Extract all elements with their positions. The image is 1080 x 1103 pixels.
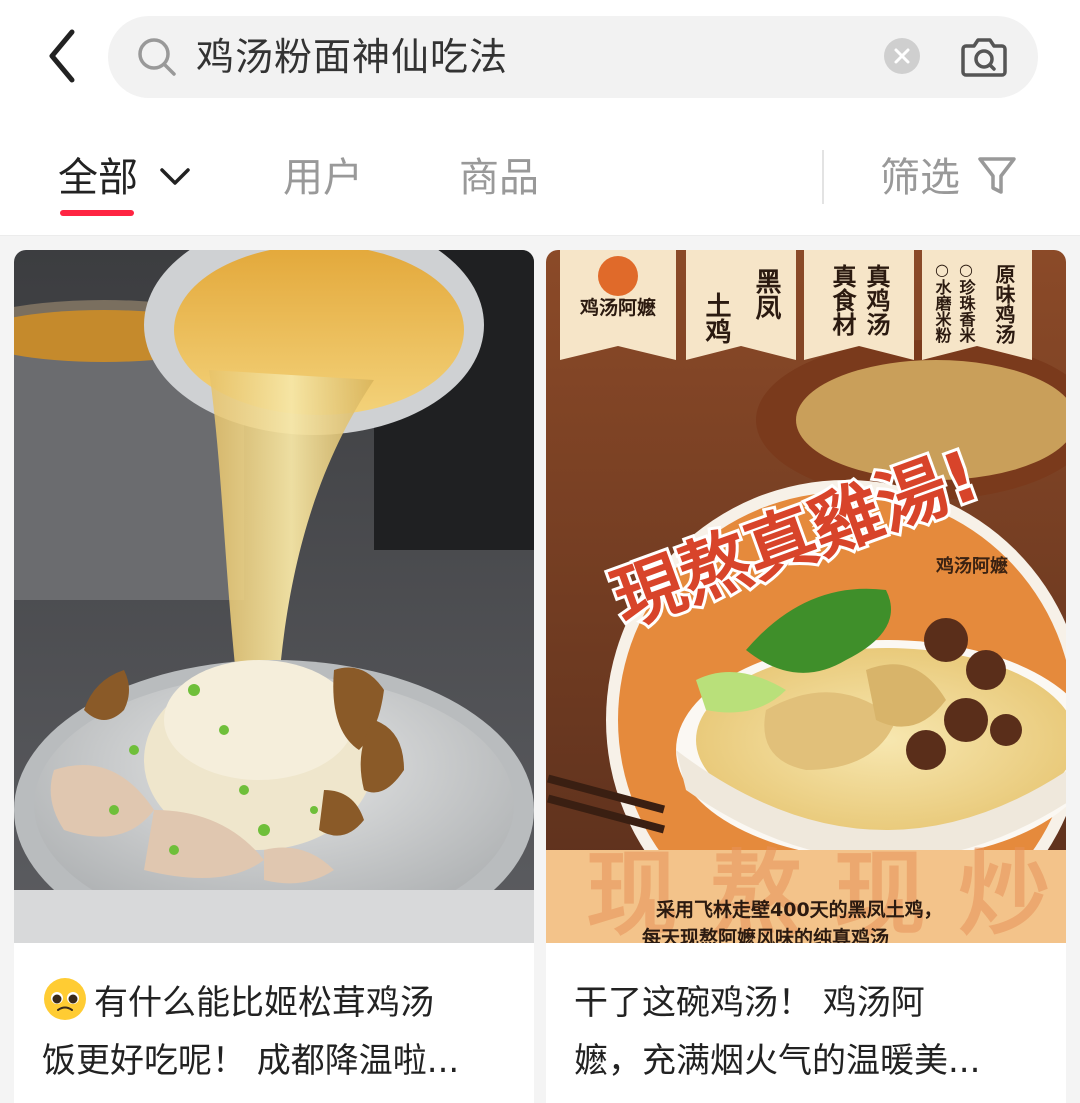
- note-title-line2: 饭更好吃呢！ 成都降温啦...: [42, 1041, 460, 1081]
- note-title[interactable]: 有什么能比姬松茸鸡汤 饭更好吃呢！ 成都降温啦...: [42, 974, 512, 1090]
- poster-banner: ○珍珠香米: [957, 260, 977, 344]
- poster-caption-line2: 每天现熬阿嬷风味的纯真鸡汤: [642, 926, 889, 943]
- filter-button[interactable]: 筛选: [880, 150, 960, 206]
- note-title-line2: 嬷，充满烟火气的温暖美...: [574, 1041, 981, 1081]
- note-title-line1: 干了这碗鸡汤！ 鸡汤阿: [574, 983, 925, 1023]
- tab-products[interactable]: 商品: [459, 150, 539, 206]
- search-input[interactable]: 鸡汤粉面神仙吃法: [196, 16, 508, 98]
- poster-banner: ○水磨米粉: [933, 260, 952, 344]
- note-cover-image[interactable]: 鸡汤阿嬷 土鸡 黑凤 真鸡汤 真食材 原味鸡汤 ○珍珠香米 ○水磨米粉 現熬真雞…: [546, 250, 1066, 943]
- poster-banner: 黑凤: [751, 268, 781, 321]
- poster-banner: 原味鸡汤: [992, 264, 1016, 345]
- note-cover-image[interactable]: [14, 250, 534, 943]
- poster-banner: 土鸡: [701, 292, 732, 344]
- poster-bowl-brand: 鸡汤阿嬷: [935, 555, 1008, 577]
- note-card[interactable]: 鸡汤阿嬷 土鸡 黑凤 真鸡汤 真食材 原味鸡汤 ○珍珠香米 ○水磨米粉 現熬真雞…: [546, 250, 1066, 1103]
- pleading-face-icon: [44, 978, 86, 1020]
- poster-banner: 真鸡汤: [862, 263, 891, 336]
- note-title[interactable]: 干了这碗鸡汤！ 鸡汤阿 嬷，充满烟火气的温暖美...: [574, 974, 1044, 1090]
- tab-all[interactable]: 全部: [58, 150, 138, 206]
- filter-icon[interactable]: [976, 154, 1018, 198]
- poster-caption-line1: 采用飞林走壁400天的黑凤土鸡，: [656, 898, 943, 921]
- search-bar[interactable]: 鸡汤粉面神仙吃法: [108, 16, 1038, 98]
- search-header: 鸡汤粉面神仙吃法 全部 用户 商品 筛选: [0, 0, 1080, 236]
- chevron-down-icon[interactable]: [158, 164, 192, 190]
- active-tab-indicator: [60, 210, 134, 216]
- note-title-line1: 有什么能比姬松茸鸡汤: [94, 983, 434, 1023]
- note-card[interactable]: 有什么能比姬松茸鸡汤 饭更好吃呢！ 成都降温啦...: [14, 250, 534, 1103]
- camera-icon[interactable]: [960, 34, 1008, 80]
- chevron-left-icon[interactable]: [38, 28, 90, 84]
- poster-banner: 真食材: [828, 263, 856, 337]
- tab-divider: [822, 150, 824, 204]
- tab-users[interactable]: 用户: [283, 150, 363, 206]
- close-circle-icon[interactable]: [884, 38, 920, 74]
- header-divider: [0, 235, 1080, 236]
- search-icon: [138, 38, 176, 76]
- poster-brand: 鸡汤阿嬷: [579, 296, 656, 319]
